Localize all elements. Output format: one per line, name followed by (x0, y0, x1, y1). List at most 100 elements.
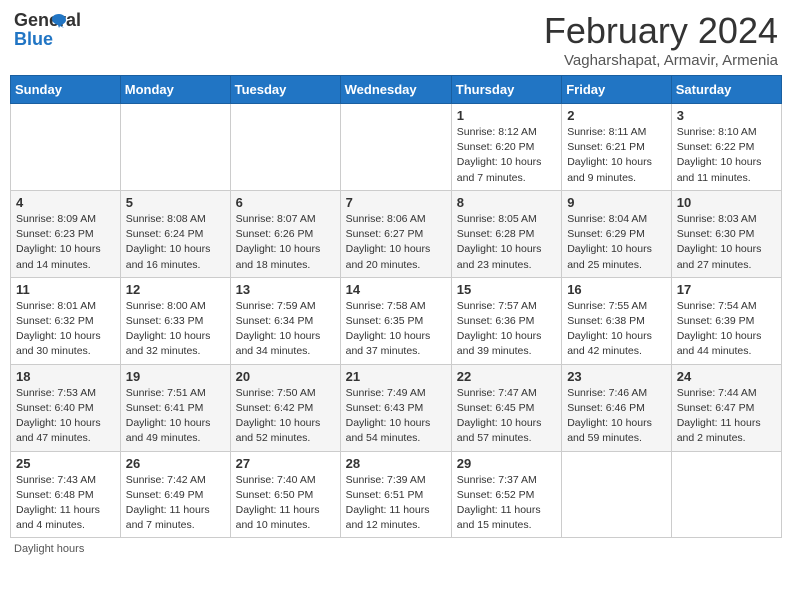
calendar-cell: 7Sunrise: 8:06 AMSunset: 6:27 PMDaylight… (340, 190, 451, 277)
logo-general: General (14, 10, 81, 31)
calendar-cell (340, 104, 451, 191)
day-number: 12 (126, 282, 225, 297)
calendar-day-header: Thursday (451, 76, 561, 104)
calendar-cell: 13Sunrise: 7:59 AMSunset: 6:34 PMDayligh… (230, 277, 340, 364)
calendar-cell (11, 104, 121, 191)
logo-blue: Blue (14, 29, 53, 50)
calendar-cell: 11 Sunrise: 8:01 AMSunset: 6:32 PMDayligh… (11, 277, 121, 364)
calendar-cell: 15 Sunrise: 7:57 AMSunset: 6:36 PMDayligh… (451, 277, 561, 364)
day-number: 19 (126, 369, 225, 384)
calendar-day-header: Friday (562, 76, 672, 104)
calendar-cell: 6 Sunrise: 8:07 AMSunset: 6:26 PMDaylight… (230, 190, 340, 277)
calendar-cell: 26Sunrise: 7:42 AMSunset: 6:49 PMDayligh… (120, 451, 230, 538)
calendar-cell: 2 Sunrise: 8:11 AMSunset: 6:21 PMDaylight… (562, 104, 672, 191)
day-number: 11 (16, 282, 115, 297)
day-info: Sunrise: 7:40 AMSunset: 6:50 PMDaylight:… (236, 473, 335, 534)
calendar-cell: 17 Sunrise: 7:54 AMSunset: 6:39 PMDayligh… (671, 277, 781, 364)
day-number: 14 (346, 282, 446, 297)
calendar-cell: 23 Sunrise: 7:46 AMSunset: 6:46 PMDayligh… (562, 364, 672, 451)
calendar-cell: 12 Sunrise: 8:00 AMSunset: 6:33 PMDayligh… (120, 277, 230, 364)
logo-bird-icon (50, 12, 68, 30)
day-number: 23 (567, 369, 666, 384)
day-info: Sunrise: 7:50 AMSunset: 6:42 PMDaylight:… (236, 386, 335, 447)
calendar-cell (120, 104, 230, 191)
calendar-cell: 4 Sunrise: 8:09 AMSunset: 6:23 PMDaylight… (11, 190, 121, 277)
day-number: 5 (126, 195, 225, 210)
day-number: 20 (236, 369, 335, 384)
day-number: 6 (236, 195, 335, 210)
day-number: 1 (457, 108, 556, 123)
calendar-week-row: 25Sunrise: 7:43 AMSunset: 6:48 PMDayligh… (11, 451, 782, 538)
calendar-cell: 24 Sunrise: 7:44 AMSunset: 6:47 PMDayligh… (671, 364, 781, 451)
day-info: Sunrise: 8:00 AMSunset: 6:33 PMDaylight:… (126, 299, 225, 360)
page-header: General Blue February 2024 Vagharshapat,… (10, 10, 782, 69)
day-number: 29 (457, 456, 556, 471)
calendar-cell: 14 Sunrise: 7:58 AMSunset: 6:35 PMDayligh… (340, 277, 451, 364)
day-info: Sunrise: 8:11 AMSunset: 6:21 PMDaylight:… (567, 125, 666, 186)
footer-note: Daylight hours (10, 543, 782, 555)
calendar-week-row: 4 Sunrise: 8:09 AMSunset: 6:23 PMDaylight… (11, 190, 782, 277)
day-info: Sunrise: 7:55 AMSunset: 6:38 PMDaylight:… (567, 299, 666, 360)
day-info: Sunrise: 8:08 AMSunset: 6:24 PMDaylight:… (126, 212, 225, 273)
calendar-cell: 9 Sunrise: 8:04 AMSunset: 6:29 PMDaylight… (562, 190, 672, 277)
day-info: Sunrise: 7:57 AMSunset: 6:36 PMDaylight:… (457, 299, 556, 360)
calendar-cell: 5 Sunrise: 8:08 AMSunset: 6:24 PMDaylight… (120, 190, 230, 277)
day-number: 9 (567, 195, 666, 210)
day-info: Sunrise: 8:04 AMSunset: 6:29 PMDaylight:… (567, 212, 666, 273)
day-info: Sunrise: 7:44 AMSunset: 6:47 PMDaylight:… (677, 386, 776, 447)
calendar-cell: 19Sunrise: 7:51 AMSunset: 6:41 PMDayligh… (120, 364, 230, 451)
calendar-week-row: 11 Sunrise: 8:01 AMSunset: 6:32 PMDayligh… (11, 277, 782, 364)
day-info: Sunrise: 7:47 AMSunset: 6:45 PMDaylight:… (457, 386, 556, 447)
calendar-cell: 8 Sunrise: 8:05 AMSunset: 6:28 PMDaylight… (451, 190, 561, 277)
day-info: Sunrise: 7:39 AMSunset: 6:51 PMDaylight:… (346, 473, 446, 534)
day-number: 10 (677, 195, 776, 210)
day-info: Sunrise: 7:54 AMSunset: 6:39 PMDaylight:… (677, 299, 776, 360)
day-info: Sunrise: 7:46 AMSunset: 6:46 PMDaylight:… (567, 386, 666, 447)
calendar-cell: 18Sunrise: 7:53 AMSunset: 6:40 PMDayligh… (11, 364, 121, 451)
calendar-day-header: Monday (120, 76, 230, 104)
day-info: Sunrise: 7:37 AMSunset: 6:52 PMDaylight:… (457, 473, 556, 534)
calendar-cell: 20 Sunrise: 7:50 AMSunset: 6:42 PMDayligh… (230, 364, 340, 451)
day-info: Sunrise: 8:05 AMSunset: 6:28 PMDaylight:… (457, 212, 556, 273)
day-number: 8 (457, 195, 556, 210)
day-number: 27 (236, 456, 335, 471)
day-number: 13 (236, 282, 335, 297)
day-info: Sunrise: 7:49 AMSunset: 6:43 PMDaylight:… (346, 386, 446, 447)
calendar-cell: 10 Sunrise: 8:03 AMSunset: 6:30 PMDayligh… (671, 190, 781, 277)
calendar-week-row: 1 Sunrise: 8:12 AMSunset: 6:20 PMDaylight… (11, 104, 782, 191)
day-number: 17 (677, 282, 776, 297)
day-info: Sunrise: 8:12 AMSunset: 6:20 PMDaylight:… (457, 125, 556, 186)
day-info: Sunrise: 8:10 AMSunset: 6:22 PMDaylight:… (677, 125, 776, 186)
day-info: Sunrise: 7:58 AMSunset: 6:35 PMDaylight:… (346, 299, 446, 360)
day-number: 16 (567, 282, 666, 297)
title-block: February 2024 Vagharshapat, Armavir, Arm… (544, 10, 778, 69)
calendar-day-header: Wednesday (340, 76, 451, 104)
day-number: 18 (16, 369, 115, 384)
calendar-table: SundayMondayTuesdayWednesdayThursdayFrid… (10, 75, 782, 538)
day-number: 2 (567, 108, 666, 123)
day-number: 24 (677, 369, 776, 384)
day-info: Sunrise: 8:09 AMSunset: 6:23 PMDaylight:… (16, 212, 115, 273)
calendar-cell: 28Sunrise: 7:39 AMSunset: 6:51 PMDayligh… (340, 451, 451, 538)
calendar-day-header: Sunday (11, 76, 121, 104)
day-number: 3 (677, 108, 776, 123)
logo: General Blue (14, 10, 66, 50)
day-number: 21 (346, 369, 446, 384)
calendar-day-header: Tuesday (230, 76, 340, 104)
day-number: 7 (346, 195, 446, 210)
day-info: Sunrise: 7:42 AMSunset: 6:49 PMDaylight:… (126, 473, 225, 534)
calendar-week-row: 18Sunrise: 7:53 AMSunset: 6:40 PMDayligh… (11, 364, 782, 451)
calendar-cell: 27 Sunrise: 7:40 AMSunset: 6:50 PMDayligh… (230, 451, 340, 538)
day-info: Sunrise: 8:07 AMSunset: 6:26 PMDaylight:… (236, 212, 335, 273)
day-number: 4 (16, 195, 115, 210)
calendar-cell: 22Sunrise: 7:47 AMSunset: 6:45 PMDayligh… (451, 364, 561, 451)
calendar-day-header: Saturday (671, 76, 781, 104)
day-number: 25 (16, 456, 115, 471)
day-info: Sunrise: 8:01 AMSunset: 6:32 PMDaylight:… (16, 299, 115, 360)
month-title: February 2024 (544, 10, 778, 52)
day-info: Sunrise: 8:03 AMSunset: 6:30 PMDaylight:… (677, 212, 776, 273)
calendar-cell: 29 Sunrise: 7:37 AMSunset: 6:52 PMDayligh… (451, 451, 561, 538)
day-number: 15 (457, 282, 556, 297)
calendar-cell: 16 Sunrise: 7:55 AMSunset: 6:38 PMDayligh… (562, 277, 672, 364)
calendar-header-row: SundayMondayTuesdayWednesdayThursdayFrid… (11, 76, 782, 104)
